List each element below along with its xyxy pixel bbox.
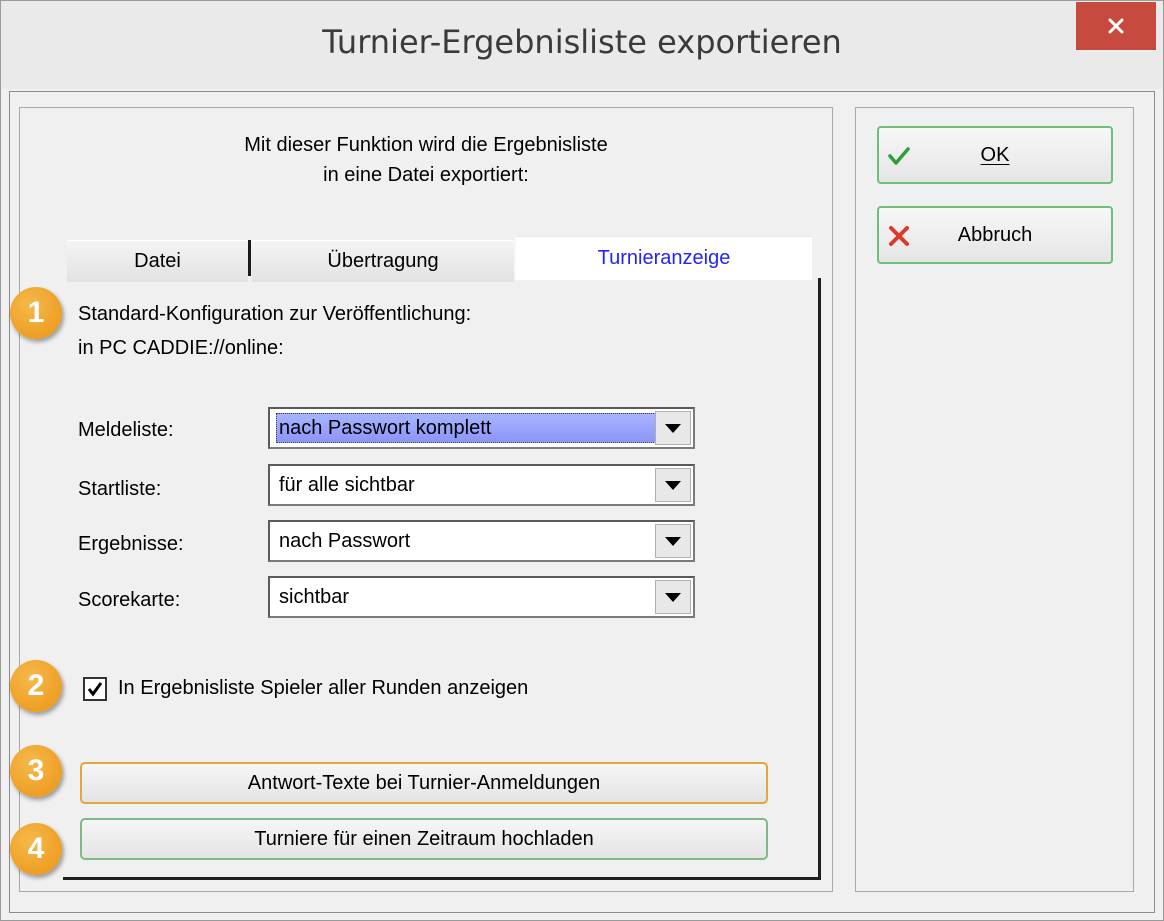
tab-separator (248, 240, 251, 276)
startliste-label: Startliste: (78, 478, 162, 500)
response-texts-button-label: Antwort-Texte bei Turnier-Anmeldungen (247, 771, 601, 794)
meldeliste-label: Meldeliste: (78, 419, 174, 441)
callout-badge-1: 1 (10, 287, 62, 339)
intro-text: Mit dieser Funktion wird die Ergebnislis… (19, 130, 833, 190)
scorekarte-select[interactable]: sichtbar (268, 576, 695, 618)
upload-period-button[interactable]: Turniere für einen Zeitraum hochladen (80, 818, 768, 860)
tab-label-uebertragung: Übertragung (327, 250, 439, 272)
ergebnisse-value: nach Passwort (279, 530, 411, 552)
cancel-button[interactable]: Abbruch (877, 206, 1113, 264)
ergebnisse-select[interactable]: nach Passwort (268, 520, 695, 562)
chevron-down-icon[interactable] (655, 524, 691, 558)
checkmark-icon (87, 682, 103, 697)
intro-line-1: Mit dieser Funktion wird die Ergebnislis… (244, 134, 608, 156)
tab-turnieranzeige[interactable]: Turnieranzeige (514, 236, 812, 280)
tab-label-turnieranzeige: Turnieranzeige (597, 247, 731, 269)
close-icon (1108, 18, 1124, 34)
chevron-down-icon[interactable] (655, 468, 691, 502)
response-texts-button[interactable]: Antwort-Texte bei Turnier-Anmeldungen (80, 762, 768, 804)
standard-config-text: Standard-Konfiguration zur Veröffentlich… (78, 297, 471, 365)
config-line-1: Standard-Konfiguration zur Veröffentlich… (78, 303, 472, 325)
close-button[interactable] (1076, 2, 1156, 50)
startliste-value: für alle sichtbar (279, 474, 415, 496)
tab-datei[interactable]: Datei (67, 240, 248, 282)
config-line-2: in PC CADDIE://online: (78, 337, 284, 359)
callout-badge-2: 2 (10, 660, 62, 712)
startliste-select[interactable]: für alle sichtbar (268, 464, 695, 506)
ok-button-label: OK (980, 144, 1010, 166)
chevron-down-icon[interactable] (655, 411, 691, 445)
scorekarte-label: Scorekarte: (78, 589, 181, 611)
title-bar[interactable]: Turnier-Ergebnisliste exportieren (1, 1, 1163, 89)
ergebnisse-label: Ergebnisse: (78, 533, 184, 555)
meldeliste-value: nach Passwort komplett (279, 417, 492, 439)
ok-button[interactable]: OK (877, 126, 1113, 184)
chevron-down-icon[interactable] (655, 580, 691, 614)
all-rounds-checkbox-label[interactable]: In Ergebnisliste Spieler aller Runden an… (118, 677, 528, 700)
scorekarte-value: sichtbar (279, 586, 350, 608)
upload-period-button-label: Turniere für einen Zeitraum hochladen (254, 827, 594, 850)
tab-uebertragung[interactable]: Übertragung (252, 240, 514, 282)
meldeliste-select[interactable]: nach Passwort komplett (268, 407, 695, 449)
intro-line-2: in eine Datei exportiert: (323, 164, 529, 186)
tab-label-datei: Datei (134, 250, 181, 272)
callout-badge-4: 4 (10, 823, 62, 875)
cancel-button-label: Abbruch (957, 224, 1033, 246)
all-rounds-checkbox[interactable] (83, 677, 107, 701)
window-title: Turnier-Ergebnisliste exportieren (322, 23, 842, 61)
callout-badge-3: 3 (10, 745, 62, 797)
